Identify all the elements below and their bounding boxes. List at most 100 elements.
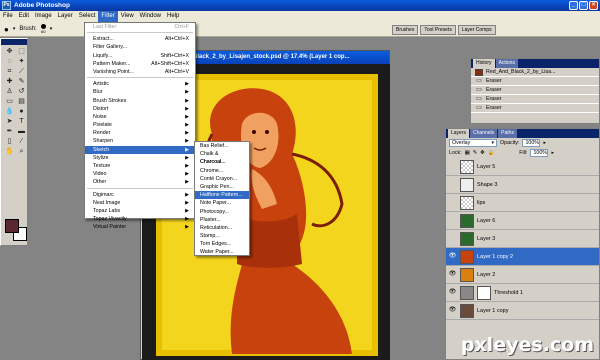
close-button[interactable]: × [589,1,598,10]
tab-channels[interactable]: Channels [470,129,498,138]
well-tab-tool-presets[interactable]: Tool Presets [420,25,456,35]
well-tab-brushes[interactable]: Brushes [392,25,419,35]
color-swatches[interactable] [5,219,27,241]
filter-menu-item-blur[interactable]: Blur ▶ [85,88,195,96]
filter-menu-item-extract[interactable]: Extract... Alt+Ctrl+X [85,35,195,43]
fill-input[interactable]: 100% [530,149,549,157]
clone-stamp-tool-icon[interactable]: ♙ [4,87,15,96]
sketch-item-halftone-pattern[interactable]: Halftone Pattern... [195,191,249,200]
shape-tool-icon[interactable]: ▬ [16,127,27,136]
move-tool-icon[interactable]: ✥ [4,47,15,56]
layer-row[interactable]: 👁 Layer 2 [446,266,599,284]
history-step[interactable]: ▭ Eraser [471,86,599,95]
visibility-eye-icon[interactable]: 👁 [448,306,457,315]
filter-menu-item-render[interactable]: Render ▶ [85,129,195,137]
sketch-item-bas-relief[interactable]: Bas Relief... [195,142,249,150]
blur-tool-icon[interactable]: 💧 [4,107,15,116]
filter-menu-item-distort[interactable]: Distort ▶ [85,105,195,113]
filter-menu-item-topaz-vivacity[interactable]: Topaz Vivacity ▶ [85,215,195,223]
filter-menu-item-artistic[interactable]: Artistic ▶ [85,80,195,88]
foreground-color-swatch[interactable] [5,219,19,233]
slice-tool-icon[interactable]: ⟋ [16,67,27,76]
lock-image-icon[interactable]: ✎ [473,150,477,156]
layer-row[interactable]: Layer 3 [446,230,599,248]
sketch-item-chalk-charcoal[interactable]: Chalk & Charcoal... [195,150,249,165]
hand-tool-icon[interactable]: ✋ [4,147,15,156]
menu-file[interactable]: File [0,11,16,22]
menu-image[interactable]: Image [32,11,55,22]
layer-row[interactable]: Shape 3 [446,176,599,194]
sketch-item-photocopy[interactable]: Photocopy... [195,208,249,216]
filter-menu-item-stylize[interactable]: Stylize ▶ [85,154,195,162]
brush-tool-icon-2[interactable]: ✎ [16,77,27,86]
filter-menu-item-digimarc[interactable]: Digimarc ▶ [85,191,195,199]
lasso-tool-icon[interactable]: ◌ [4,57,15,66]
opacity-input[interactable]: 100% [522,139,541,147]
pen-tool-icon[interactable]: ✒ [4,127,15,136]
menu-select[interactable]: Select [76,11,99,22]
sketch-item-note-paper[interactable]: Note Paper... [195,199,249,207]
visibility-eye-icon[interactable] [448,216,457,225]
magic-wand-tool-icon[interactable]: ✦ [16,57,27,66]
sketch-item-plaster[interactable]: Plaster... [195,216,249,224]
menu-help[interactable]: Help [164,11,182,22]
eyedropper-tool-icon[interactable]: ⁄ [16,137,27,146]
sketch-item-chrome[interactable]: Chrome... [195,167,249,175]
crop-tool-icon[interactable]: ⌗ [4,67,15,76]
blend-mode-select[interactable]: Overlay ▾ [449,139,497,147]
marquee-tool-icon[interactable]: ⬚ [16,47,27,56]
menu-layer[interactable]: Layer [55,11,76,22]
tab-layers[interactable]: Layers [448,129,470,138]
sketch-item-cont-crayon[interactable]: Conté Crayon... [195,175,249,183]
layer-row[interactable]: lips [446,194,599,212]
history-step[interactable]: ▭ Eraser [471,77,599,86]
visibility-eye-icon[interactable]: 👁 [448,270,457,279]
filter-menu-item-vanishing-point[interactable]: Vanishing Point... Alt+Ctrl+V [85,68,195,76]
lock-transparency-icon[interactable]: ▦ [465,150,470,156]
dodge-tool-icon[interactable]: ● [16,107,27,116]
filter-menu-item-texture[interactable]: Texture ▶ [85,162,195,170]
path-selection-tool-icon[interactable]: ➤ [4,117,15,126]
sketch-item-reticulation[interactable]: Reticulation... [195,224,249,232]
filter-menu-item-other[interactable]: Other ▶ [85,178,195,186]
layer-row[interactable]: Layer 5 [446,158,599,176]
notes-tool-icon[interactable]: ▯ [4,137,15,146]
tab-history[interactable]: History [473,59,495,68]
filter-menu-item-noise[interactable]: Noise ▶ [85,113,195,121]
lock-position-icon[interactable]: ✥ [480,150,484,156]
sketch-item-stamp[interactable]: Stamp... [195,232,249,240]
layer-row[interactable]: 👁 Layer 1 copy [446,302,599,320]
filter-menu-item-brush-strokes[interactable]: Brush Strokes ▶ [85,97,195,105]
filter-menu-item-liquify[interactable]: Liquify... Shift+Ctrl+X [85,52,195,60]
menu-view[interactable]: View [118,11,137,22]
minimize-button[interactable]: _ [569,1,578,10]
history-step[interactable]: ▭ Eraser [471,104,599,113]
visibility-eye-icon[interactable] [448,198,457,207]
tool-preset-dropdown-icon[interactable]: ▾ [13,26,16,32]
tab-paths[interactable]: Paths [498,129,517,138]
menu-window[interactable]: Window [137,11,164,22]
sketch-item-torn-edges[interactable]: Torn Edges... [195,240,249,248]
layer-row[interactable]: 👁 Layer 1 copy 2 [446,248,599,266]
layer-row[interactable]: Layer 6 [446,212,599,230]
maximize-button[interactable]: □ [579,1,588,10]
sketch-item-graphic-pen[interactable]: Graphic Pen... [195,183,249,191]
well-tab-layer-comps[interactable]: Layer Comps [457,25,496,35]
sketch-item-charcoal[interactable]: Charcoal... [195,158,249,166]
healing-brush-tool-icon[interactable]: ✚ [4,77,15,86]
type-tool-icon[interactable]: T [16,117,27,126]
history-step[interactable]: ▭ Eraser [471,95,599,104]
filter-menu-item-filter-gallery[interactable]: Filter Gallery... [85,43,195,51]
filter-menu-item-sharpen[interactable]: Sharpen ▶ [85,137,195,145]
visibility-eye-icon[interactable]: 👁 [448,252,457,261]
visibility-eye-icon[interactable] [448,234,457,243]
tab-actions[interactable]: Actions [495,59,518,68]
history-brush-tool-icon[interactable]: ↺ [16,87,27,96]
zoom-tool-icon[interactable]: ⌕ [16,147,27,156]
sketch-item-water-paper[interactable]: Water Paper... [195,248,249,256]
layer-row[interactable]: 👁 Threshold 1 [446,284,599,302]
brush-dropdown-icon[interactable]: ▾ [50,26,53,32]
filter-menu-item-pattern-maker[interactable]: Pattern Maker... Alt+Shift+Ctrl+X [85,60,195,68]
menu-filter[interactable]: Filter [98,11,118,22]
opacity-slider-icon[interactable]: ▸ [543,140,546,146]
